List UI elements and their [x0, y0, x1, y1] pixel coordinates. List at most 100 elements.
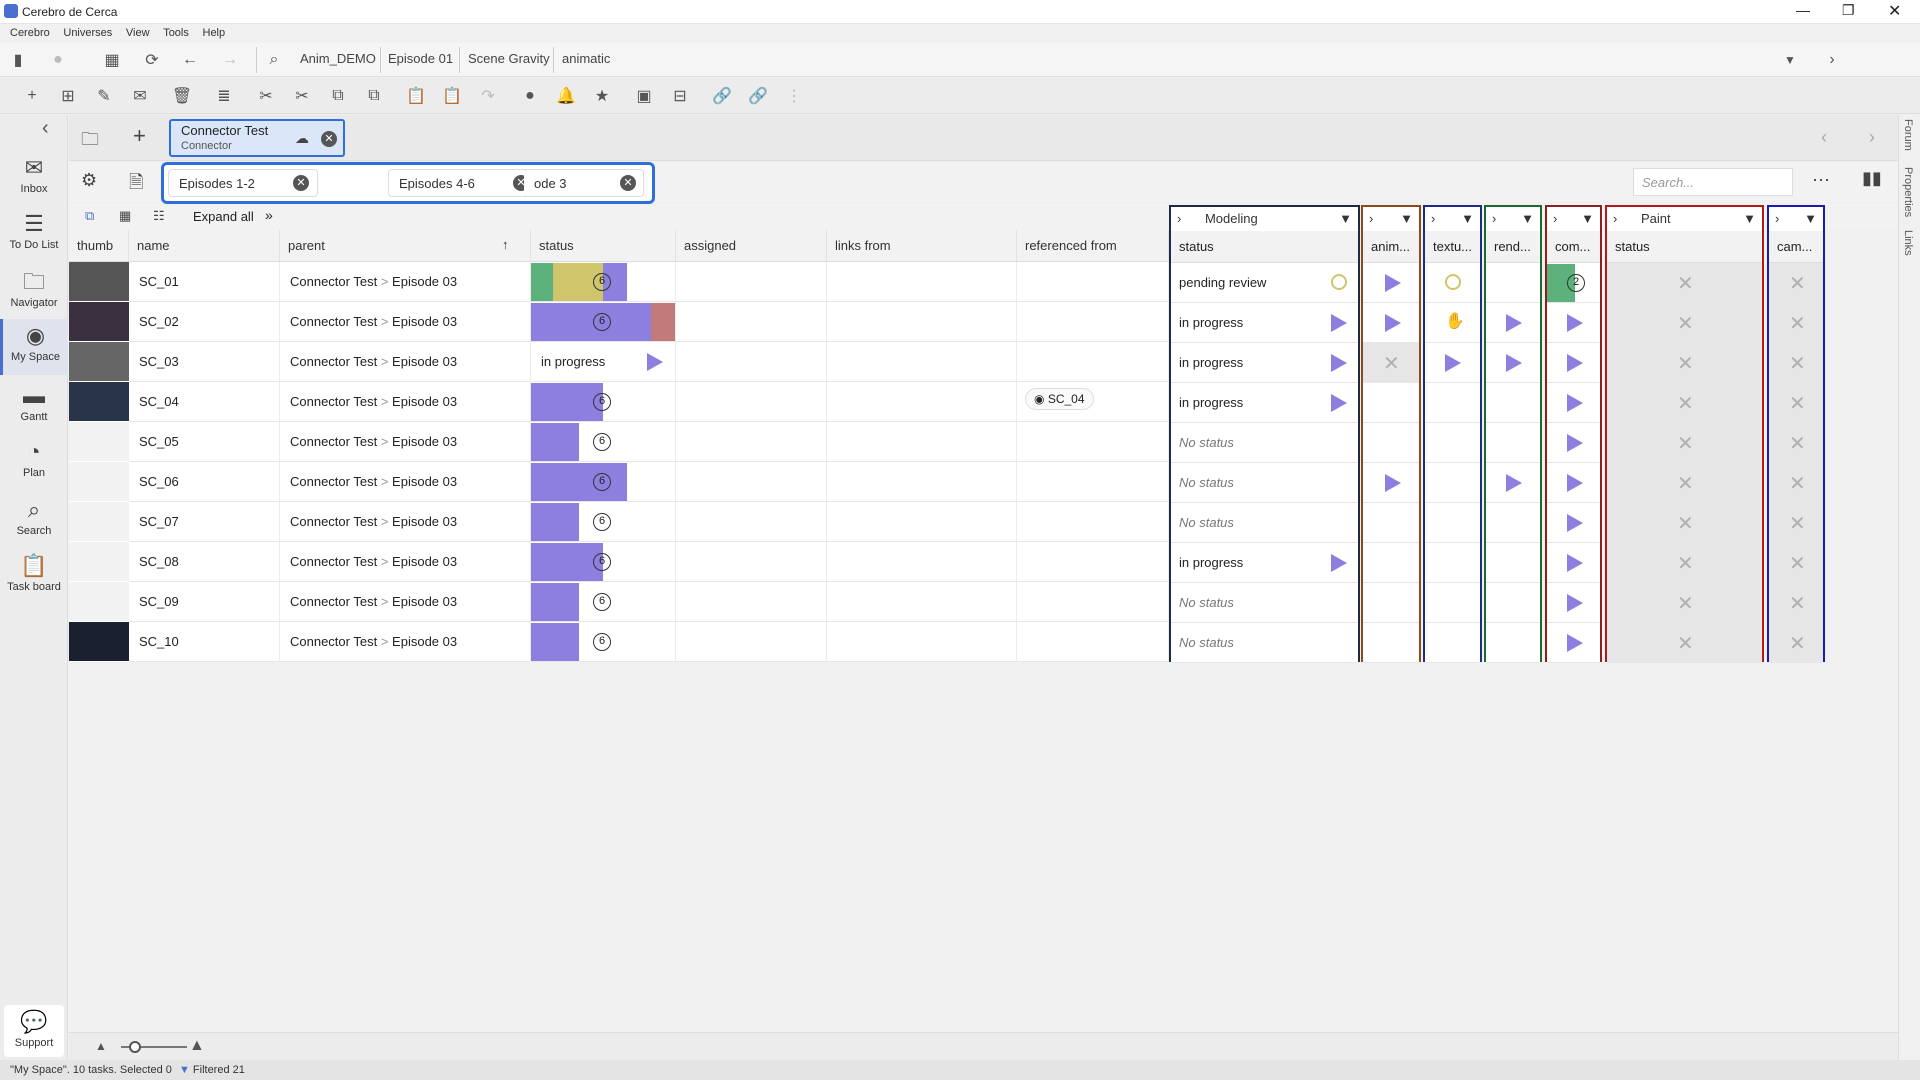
task-cell[interactable]: ✕ [1607, 423, 1762, 463]
cell-assigned[interactable] [676, 542, 827, 582]
task-cell[interactable] [1547, 543, 1600, 583]
expand-icon[interactable]: › [1492, 211, 1496, 226]
cell-parent[interactable]: Connector Test > Episode 03 [280, 502, 531, 542]
thumbnail[interactable] [69, 382, 129, 421]
add-icon[interactable]: + [18, 82, 46, 110]
cell-assigned[interactable] [676, 462, 827, 502]
task-cell[interactable] [1486, 343, 1540, 383]
refresh-icon[interactable]: ⟳ [138, 46, 166, 74]
group-subheader[interactable]: anim... [1363, 231, 1419, 263]
cell-status[interactable]: 6 [531, 542, 676, 582]
zoom-handle[interactable] [129, 1041, 141, 1053]
cell-name[interactable]: SC_01 [129, 262, 280, 302]
thumbnail[interactable] [69, 622, 129, 661]
cut-icon[interactable]: ✂ [252, 82, 280, 110]
task-cell[interactable] [1547, 463, 1600, 503]
task-cell[interactable] [1486, 303, 1540, 343]
ref-link[interactable]: SC_04 [1048, 392, 1085, 406]
task-cell[interactable]: in progress [1171, 303, 1358, 343]
cell-name[interactable]: SC_05 [129, 422, 280, 462]
task-cell[interactable] [1425, 623, 1480, 663]
sidebar-item-todo[interactable]: ☰ To Do List [0, 207, 68, 263]
cell-status[interactable]: 6 [531, 502, 676, 542]
expand-icon[interactable]: › [1775, 211, 1779, 226]
task-cell[interactable]: ✕ [1607, 303, 1762, 343]
task-cell[interactable] [1547, 343, 1600, 383]
cell-referenced-from[interactable] [1017, 262, 1169, 302]
redirect-icon[interactable]: ↷ [474, 82, 502, 110]
menu-tools[interactable]: Tools [163, 25, 189, 41]
task-cell[interactable] [1425, 383, 1480, 423]
group-header[interactable]: › ▼ [1363, 207, 1419, 231]
task-cell[interactable]: ✕ [1769, 423, 1823, 463]
paste-icon[interactable]: 📋 [402, 82, 430, 110]
task-cell[interactable] [1363, 583, 1419, 623]
tabs-next-icon[interactable]: › [1869, 127, 1875, 148]
task-cell[interactable] [1363, 543, 1419, 583]
filter-icon[interactable]: ▼ [1581, 211, 1594, 226]
group-subheader[interactable]: com... [1547, 231, 1600, 263]
cell-referenced-from[interactable] [1017, 302, 1169, 342]
breadcrumb-1[interactable]: Episode 01 [388, 51, 453, 66]
cell-referenced-from[interactable] [1017, 342, 1169, 382]
filter-chip-episodes-1-2[interactable]: Episodes 1-2 ✕ [168, 169, 318, 197]
cell-links-from[interactable] [827, 622, 1017, 662]
links-tab[interactable]: Links [1902, 230, 1914, 256]
cell-links-from[interactable] [827, 542, 1017, 582]
cell-status[interactable]: 6 [531, 302, 676, 342]
group-subheader[interactable]: cam... [1769, 231, 1823, 263]
expand-all-button[interactable]: Expand all [193, 209, 254, 224]
chart-icon[interactable]: ▮▮ [1862, 168, 1882, 189]
filter-icon[interactable]: ▼ [1461, 211, 1474, 226]
sidebar-item-search[interactable]: ⌕ Search [0, 493, 68, 549]
task-cell[interactable] [1363, 383, 1419, 423]
breadcrumb-2[interactable]: Scene Gravity [468, 51, 550, 66]
sidebar-item-gantt[interactable]: ▬ Gantt [0, 379, 68, 435]
cell-assigned[interactable] [676, 342, 827, 382]
menu-help[interactable]: Help [203, 25, 226, 41]
zoom-out-icon[interactable]: ▲ [95, 1039, 107, 1053]
task-cell[interactable] [1547, 503, 1600, 543]
task-cell[interactable]: in progress [1171, 543, 1358, 583]
cell-links-from[interactable] [827, 422, 1017, 462]
cell-assigned[interactable] [676, 262, 827, 302]
task-cell[interactable] [1425, 263, 1480, 303]
task-cell[interactable]: No status [1171, 463, 1358, 503]
task-cell[interactable] [1425, 343, 1480, 383]
task-cell[interactable] [1547, 583, 1600, 623]
cell-name[interactable]: SC_10 [129, 622, 280, 662]
minimize-icon[interactable]: — [1796, 2, 1810, 18]
sliders-icon[interactable]: ☷ [153, 208, 165, 224]
group-header[interactable]: › ▼ [1547, 207, 1600, 231]
cell-assigned[interactable] [676, 502, 827, 542]
menu-universes[interactable]: Universes [63, 25, 112, 41]
task-cell[interactable]: 2 [1547, 263, 1600, 303]
cell-referenced-from[interactable] [1017, 462, 1169, 502]
close-icon[interactable]: ✕ [1888, 1, 1901, 21]
task-cell[interactable] [1486, 263, 1540, 303]
expand-icon[interactable]: › [1431, 211, 1435, 226]
task-cell[interactable] [1547, 303, 1600, 343]
menu-cerebro[interactable]: Cerebro [10, 25, 50, 41]
task-cell[interactable] [1363, 463, 1419, 503]
col-thumb[interactable]: thumb [69, 230, 129, 262]
group-header[interactable]: › Paint ▼ [1607, 207, 1762, 231]
filter-icon[interactable]: ▼ [1521, 211, 1534, 226]
layout-icon[interactable]: ▦ [98, 46, 126, 74]
task-cell[interactable] [1425, 583, 1480, 623]
cell-name[interactable]: SC_09 [129, 582, 280, 622]
cell-referenced-from[interactable] [1017, 422, 1169, 462]
thumbnail[interactable] [69, 342, 129, 381]
expand-icon[interactable]: › [1553, 211, 1557, 226]
cell-parent[interactable]: Connector Test > Episode 03 [280, 262, 531, 302]
cell-status[interactable]: 6 [531, 382, 676, 422]
task-cell[interactable]: ✕ [1607, 463, 1762, 503]
double-chevron-icon[interactable]: » [265, 207, 273, 223]
cell-referenced-from[interactable] [1017, 622, 1169, 662]
task-cell[interactable] [1363, 623, 1419, 663]
task-cell[interactable] [1363, 503, 1419, 543]
gear-icon[interactable]: ⚙ [81, 170, 97, 191]
cell-assigned[interactable] [676, 302, 827, 342]
cell-name[interactable]: SC_06 [129, 462, 280, 502]
cell-status[interactable]: 6 [531, 462, 676, 502]
